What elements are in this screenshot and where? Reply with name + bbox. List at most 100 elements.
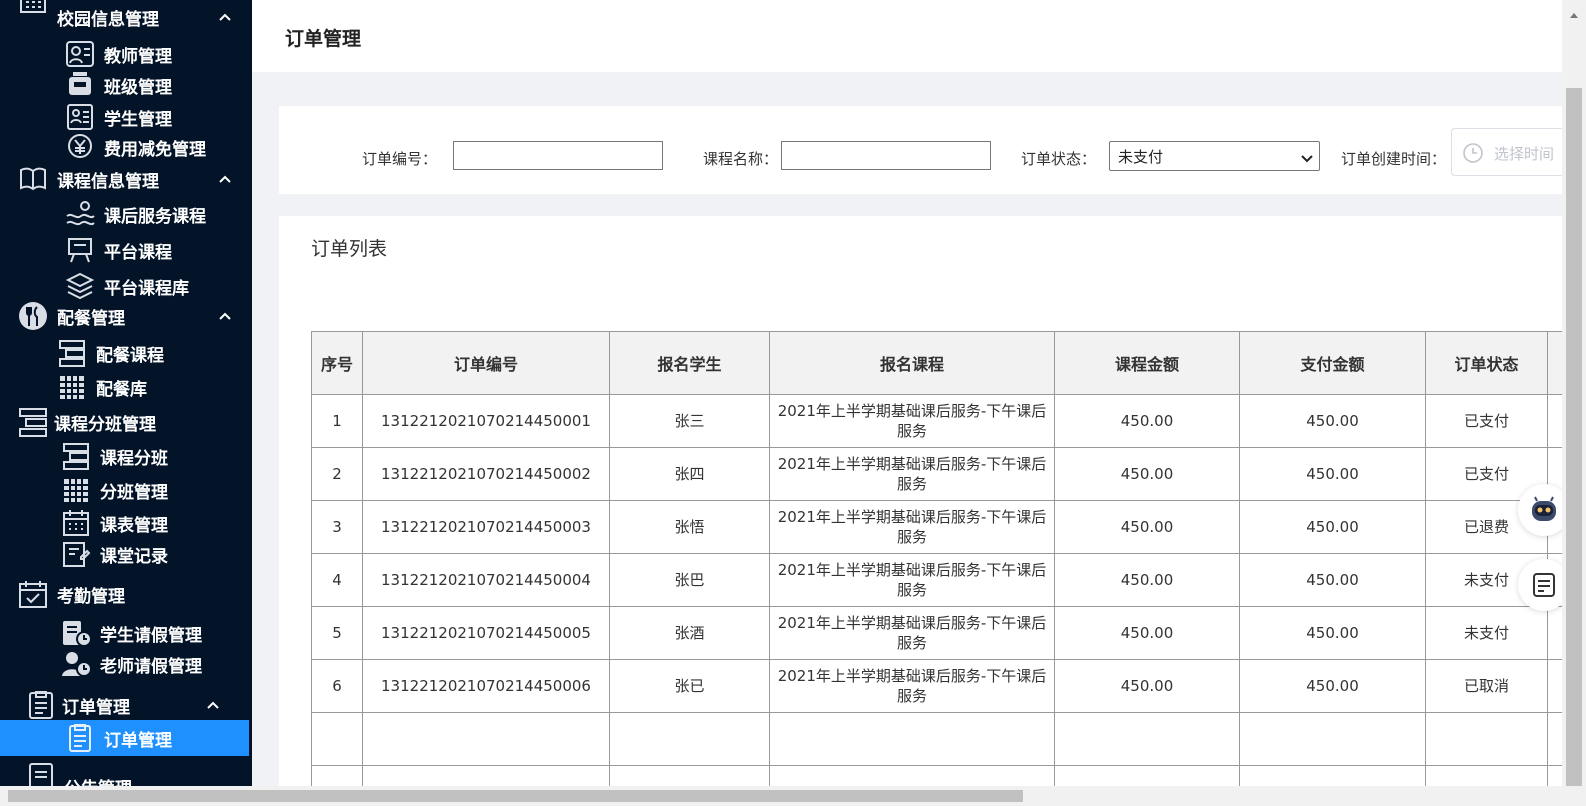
table-row[interactable]: 6 1312212021070214450006 张已 2021年上半学期基础课… bbox=[311, 659, 1562, 713]
sidebar-item-label: 课后服务课程 bbox=[104, 206, 206, 227]
sidebar-item-class-management[interactable]: 分班管理 bbox=[0, 473, 250, 507]
menu-group-class-split[interactable]: 课程分班管理 bbox=[0, 405, 250, 439]
vertical-scroll-thumb[interactable] bbox=[1566, 88, 1582, 788]
sidebar-item-catering-library[interactable]: 配餐库 bbox=[0, 370, 250, 404]
sidebar-item-student-leave[interactable]: 学生请假管理 bbox=[0, 616, 250, 650]
table-row[interactable]: 2 1312212021070214450002 张四 2021年上半学期基础课… bbox=[311, 447, 1562, 501]
sidebar-item-teachers[interactable]: 教师管理 bbox=[0, 37, 250, 71]
menu-list-icon bbox=[56, 338, 88, 368]
cell-order-no: 1312212021070214450002 bbox=[362, 447, 610, 501]
cell-index: 2 bbox=[311, 447, 363, 501]
cell-course: 2021年上半学期基础课后服务-下午课后服务 bbox=[769, 553, 1055, 607]
notice-icon bbox=[26, 760, 56, 786]
chevron-up-icon[interactable] bbox=[218, 172, 232, 186]
sidebar-item-label: 老师请假管理 bbox=[100, 656, 202, 677]
sidebar-item-label: 课表管理 bbox=[100, 515, 168, 536]
cell-empty bbox=[311, 765, 363, 786]
cell-empty bbox=[769, 765, 1055, 786]
order-no-label: 订单编号： bbox=[362, 150, 438, 168]
schedule-icon bbox=[60, 508, 92, 538]
sidebar-item-catering-course[interactable]: 配餐课程 bbox=[0, 336, 250, 370]
status-select[interactable]: 未支付 bbox=[1109, 141, 1320, 171]
sidebar-item-timetable[interactable]: 课表管理 bbox=[0, 506, 250, 540]
menu-group-campus[interactable]: 校园信息管理 bbox=[0, 0, 250, 34]
cell-empty bbox=[1054, 765, 1240, 786]
chevron-up-icon[interactable] bbox=[218, 309, 232, 323]
cell-student: 张已 bbox=[609, 659, 770, 713]
sidebar-item-course-library[interactable]: 平台课程库 bbox=[0, 269, 250, 303]
sidebar-item-label: 费用减免管理 bbox=[104, 139, 206, 160]
scroll-up-arrow-icon[interactable] bbox=[1569, 4, 1579, 18]
sidebar-item-label: 课程分班 bbox=[100, 448, 168, 469]
student-leave-icon bbox=[60, 618, 92, 648]
chevron-up-icon[interactable] bbox=[206, 698, 220, 712]
sidebar-item-classes[interactable]: 班级管理 bbox=[0, 68, 250, 102]
cell-order-no: 1312212021070214450004 bbox=[362, 553, 610, 607]
vertical-scrollbar[interactable] bbox=[1562, 0, 1586, 788]
page-title: 订单管理 bbox=[285, 28, 362, 50]
cell-empty bbox=[1425, 712, 1548, 766]
table-row[interactable]: 3 1312212021070214450003 张悟 2021年上半学期基础课… bbox=[311, 500, 1562, 554]
sidebar-item-label: 配餐课程 bbox=[96, 345, 164, 366]
horizontal-scroll-thumb[interactable] bbox=[8, 790, 1023, 802]
table-row[interactable]: 5 1312212021070214450005 张酒 2021年上半学期基础课… bbox=[311, 606, 1562, 660]
menu-group-label: 校园信息管理 bbox=[57, 9, 159, 30]
sidebar-item-label: 分班管理 bbox=[100, 482, 168, 503]
col-header: 课程金额 bbox=[1054, 331, 1240, 395]
list-title: 订单列表 bbox=[311, 238, 388, 260]
course-name-input[interactable] bbox=[781, 141, 991, 170]
col-header: 支付金额 bbox=[1239, 331, 1426, 395]
cell-empty bbox=[1054, 712, 1240, 766]
cell-order-no: 1312212021070214450001 bbox=[362, 394, 610, 448]
col-header: 序号 bbox=[311, 331, 363, 395]
horizontal-scrollbar[interactable] bbox=[0, 786, 1586, 806]
cell-course-amount: 450.00 bbox=[1054, 659, 1240, 713]
grid-calendar-icon bbox=[56, 372, 88, 402]
sidebar-item-teacher-leave[interactable]: 老师请假管理 bbox=[0, 647, 250, 681]
orders-table: 序号 订单编号 报名学生 报名课程 课程金额 支付金额 订单状态 1 13122… bbox=[311, 331, 1562, 786]
cell-course-amount: 450.00 bbox=[1054, 553, 1240, 607]
table-row[interactable]: 1 1312212021070214450001 张三 2021年上半学期基础课… bbox=[311, 394, 1562, 448]
sidebar-item-label: 平台课程 bbox=[104, 242, 172, 263]
cell-course: 2021年上半学期基础课后服务-下午课后服务 bbox=[769, 447, 1055, 501]
col-header: 报名课程 bbox=[769, 331, 1055, 395]
cell-course-amount: 450.00 bbox=[1054, 447, 1240, 501]
menu-group-attendance[interactable]: 考勤管理 bbox=[0, 577, 250, 611]
yen-coin-icon bbox=[64, 132, 96, 162]
menu-group-notice[interactable]: 公告管理 bbox=[0, 763, 250, 786]
col-header: 订单状态 bbox=[1425, 331, 1548, 395]
sidebar-item-students[interactable]: 学生管理 bbox=[0, 100, 250, 134]
sidebar-item-fee-relief[interactable]: 费用减免管理 bbox=[0, 130, 250, 164]
menu-group-course-info[interactable]: 课程信息管理 bbox=[0, 162, 250, 196]
cell-empty bbox=[769, 712, 1055, 766]
sidebar-item-platform-course[interactable]: 平台课程 bbox=[0, 233, 250, 267]
table-row[interactable]: 4 1312212021070214450004 张巴 2021年上半学期基础课… bbox=[311, 553, 1562, 607]
cell-index: 5 bbox=[311, 606, 363, 660]
cell-course-amount: 450.00 bbox=[1054, 394, 1240, 448]
menu-group-catering[interactable]: 配餐管理 bbox=[0, 299, 250, 333]
cell-status: 未支付 bbox=[1425, 606, 1548, 660]
cell-empty bbox=[1547, 765, 1562, 786]
sidebar-item-after-school[interactable]: 课后服务课程 bbox=[0, 197, 250, 231]
sidebar-item-class-record[interactable]: 课堂记录 bbox=[0, 537, 250, 571]
menu-group-orders[interactable]: 订单管理 bbox=[0, 688, 250, 722]
sidebar-item-label: 教师管理 bbox=[104, 46, 172, 67]
record-icon bbox=[60, 539, 92, 569]
sidebar-item-label: 课堂记录 bbox=[100, 546, 168, 567]
created-time-label: 订单创建时间： bbox=[1341, 150, 1447, 168]
cell-empty bbox=[1239, 765, 1426, 786]
sidebar-item-course-split[interactable]: 课程分班 bbox=[0, 439, 250, 473]
book-icon bbox=[18, 164, 48, 194]
col-header: 报名学生 bbox=[609, 331, 770, 395]
col-header-extra bbox=[1547, 331, 1562, 395]
chevron-up-icon[interactable] bbox=[218, 10, 232, 24]
sidebar-item-orders[interactable]: 订单管理 bbox=[0, 720, 249, 756]
grid-calendar-icon bbox=[60, 475, 92, 505]
cell-course: 2021年上半学期基础课后服务-下午课后服务 bbox=[769, 500, 1055, 554]
cell-paid-amount: 450.00 bbox=[1239, 447, 1426, 501]
menu-group-label: 课程分班管理 bbox=[54, 414, 156, 435]
cell-index: 1 bbox=[311, 394, 363, 448]
sidebar-item-label: 订单管理 bbox=[104, 730, 172, 751]
order-no-input[interactable] bbox=[453, 141, 663, 170]
cell-status: 已支付 bbox=[1425, 394, 1548, 448]
